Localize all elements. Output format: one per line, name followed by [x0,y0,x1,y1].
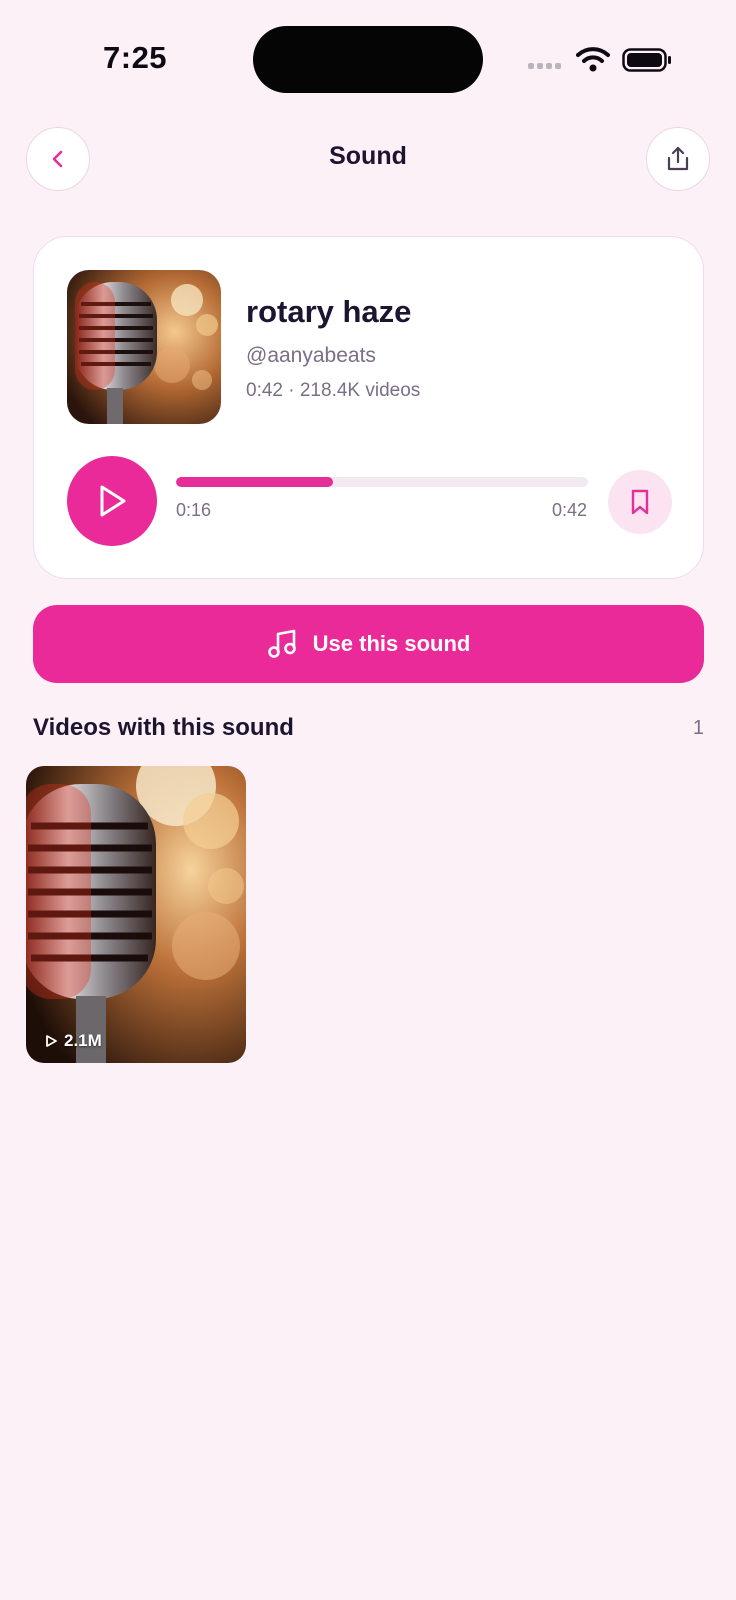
cellular-signal-icon [528,63,561,69]
page-title: Sound [329,142,407,170]
use-sound-button[interactable]: Use this sound [33,605,704,683]
share-button[interactable] [646,127,710,191]
dynamic-island [253,26,483,93]
current-time: 0:16 [176,500,212,520]
play-icon [100,485,126,517]
sound-screen: 7:25 Sound rotary haze @aanyabeats 0:42 … [0,0,736,1600]
status-bar: 7:25 [0,0,736,110]
video-views: 2.1M [44,1031,102,1051]
sound-meta: 0:42 · 218.4K videos [246,380,421,401]
bookmark-icon [631,489,649,515]
video-thumbnail[interactable]: 2.1M [26,766,246,1063]
videos-count: 1 [692,717,704,739]
bookmark-button[interactable] [608,470,672,534]
music-note-icon [267,629,296,658]
sound-card: rotary haze @aanyabeats 0:42 · 218.4K vi… [33,236,704,579]
sound-title: rotary haze [246,294,412,329]
video-views-count: 2.1M [64,1031,102,1050]
wifi-icon [576,47,610,72]
microphone-image [26,766,246,1063]
sound-author[interactable]: @aanyabeats [246,344,376,368]
total-time: 0:42 [551,500,587,520]
play-button[interactable] [67,456,157,546]
share-icon [667,146,689,171]
battery-icon [622,48,671,72]
use-sound-label: Use this sound [312,631,471,656]
status-time: 7:25 [103,40,168,75]
playback-progress-bar[interactable] [176,477,588,487]
sound-cover-image [67,270,221,424]
microphone-image [67,270,221,424]
play-icon [46,1035,57,1047]
videos-section-title: Videos with this sound [33,714,294,741]
playback-progress-fill [176,477,333,487]
